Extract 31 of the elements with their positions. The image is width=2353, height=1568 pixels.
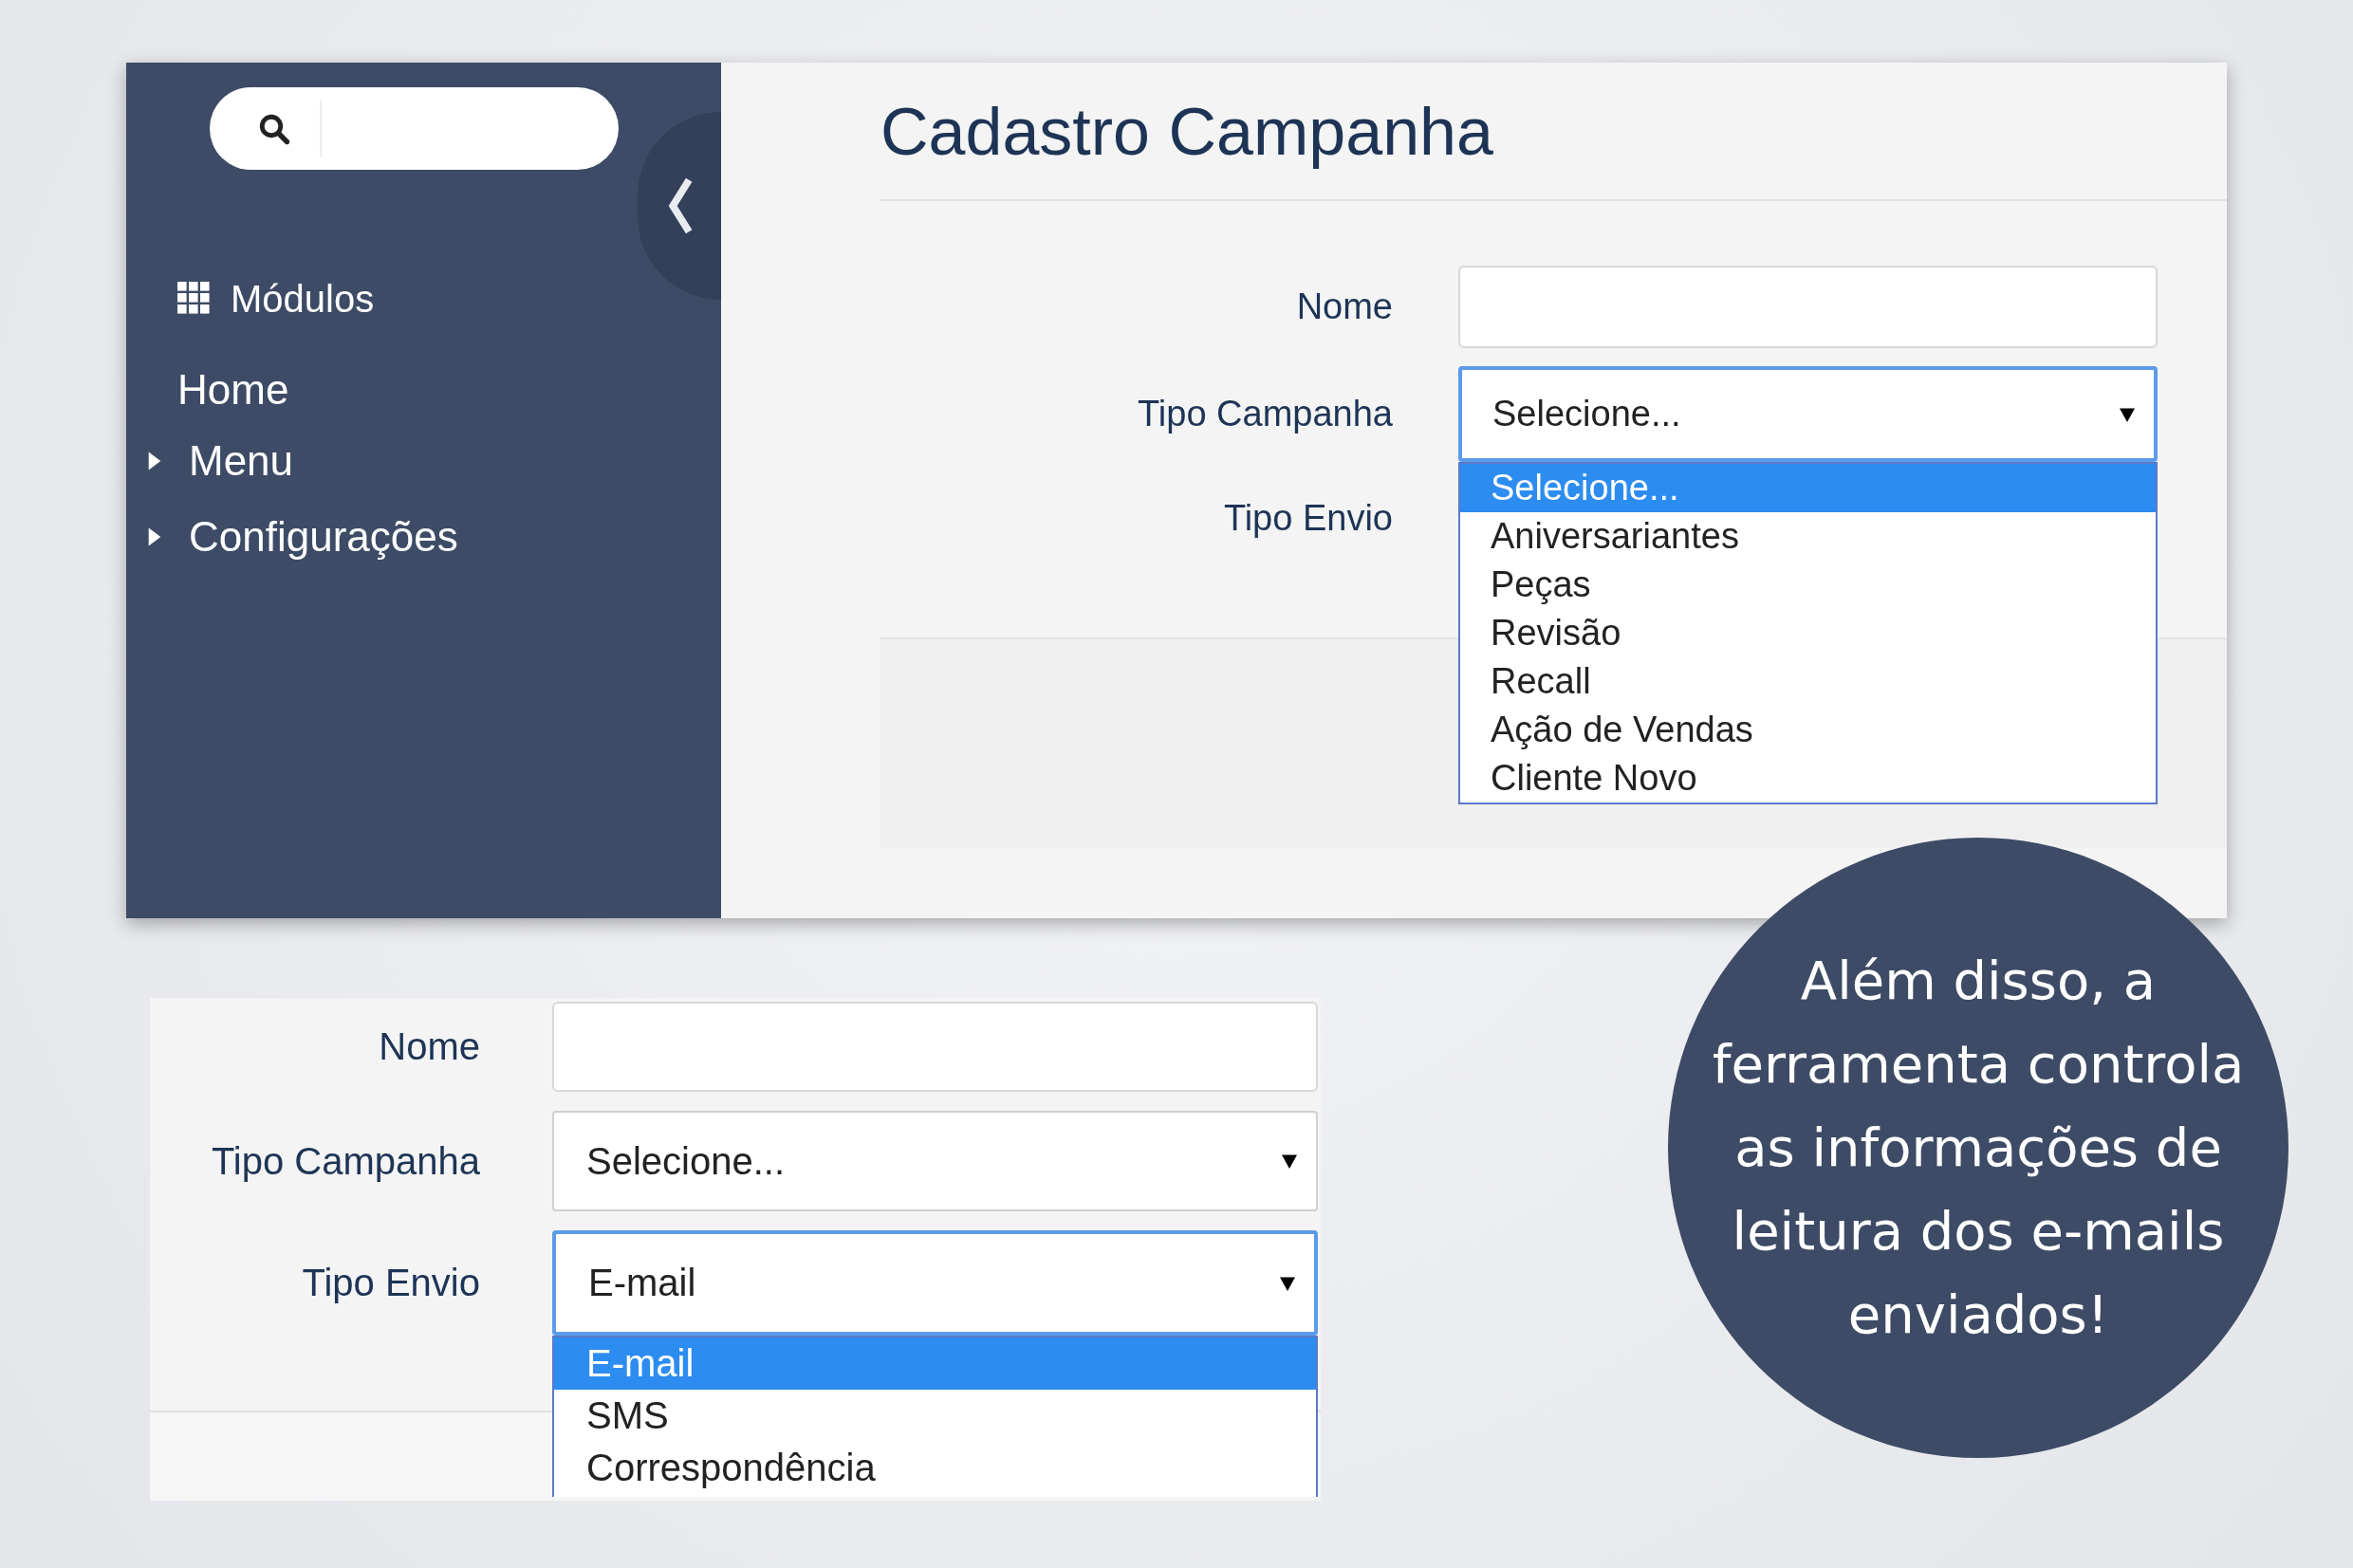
dropdown-option[interactable]: Recall: [1460, 657, 2156, 706]
field-label: Nome: [1295, 286, 1393, 327]
text-field[interactable]: [552, 1002, 1318, 1092]
field-label: Tipo Campanha: [1137, 394, 1393, 434]
select-field[interactable]: Selecione...: [552, 1111, 1318, 1211]
callout-text: Além disso, a ferramenta controla as informações de leitura dos e-mails enviados!: [1711, 949, 2246, 1347]
sidebar-item[interactable]: Home: [126, 357, 721, 423]
page-title: Cadastro Campanha: [880, 63, 2227, 201]
select-field[interactable]: Selecione...: [1458, 366, 2158, 462]
field-label: Tipo Envio: [1222, 497, 1393, 539]
dropdown-option[interactable]: Peças: [1460, 561, 2156, 609]
grid-icon: [177, 282, 212, 316]
field-label: Tipo Envio: [301, 1262, 480, 1304]
dropdown-option[interactable]: SMS: [554, 1390, 1316, 1442]
caret-icon[interactable]: [147, 526, 162, 547]
sidebar-item[interactable]: Configurações: [189, 513, 458, 561]
dropdown-option[interactable]: Revisão: [1460, 609, 2156, 657]
caret-icon[interactable]: [147, 451, 162, 471]
dropdown-arrow-icon: [1280, 1275, 1295, 1291]
dropdown-option[interactable]: Ação de Vendas: [1460, 706, 2156, 754]
dropdown-option[interactable]: Correspondência: [554, 1442, 1316, 1494]
text-field[interactable]: [1458, 266, 2158, 348]
dropdown-option[interactable]: Cliente Novo: [1460, 754, 2156, 802]
dropdown-option[interactable]: Aniversariantes: [1460, 512, 2156, 561]
sidebar-item[interactable]: Menu: [189, 437, 294, 485]
field-label: Tipo Campanha: [210, 1139, 480, 1183]
field-label: Nome: [378, 1025, 480, 1068]
dropdown-arrow-icon: [2120, 406, 2135, 422]
sidebar-heading: Módulos: [231, 277, 375, 321]
dropdown-arrow-icon: [1282, 1153, 1297, 1169]
select-field[interactable]: E-mail: [552, 1230, 1318, 1336]
